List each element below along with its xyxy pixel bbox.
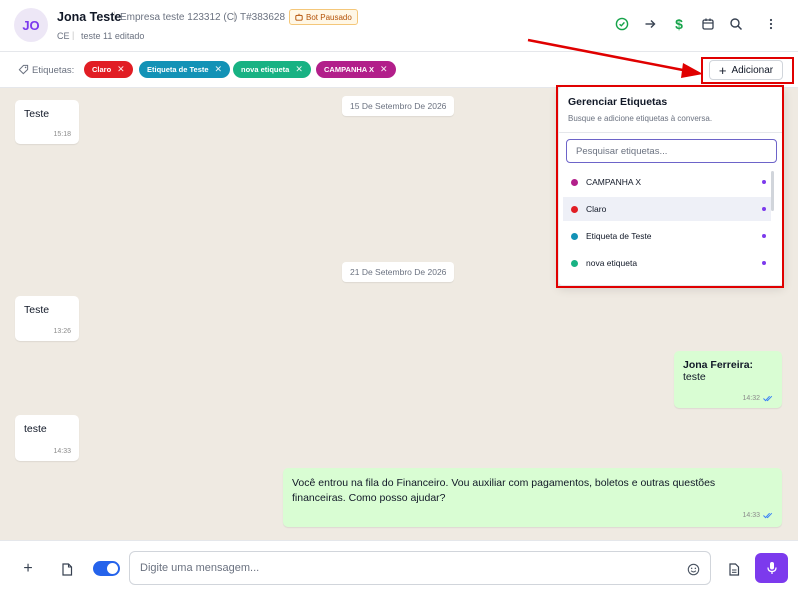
tag-icon: [18, 64, 29, 75]
remove-tag-icon[interactable]: ✕: [117, 64, 125, 75]
plus-icon[interactable]: +: [21, 560, 35, 577]
highlight-box-add-button: [701, 57, 794, 84]
message-bubble-outgoing[interactable]: Você entrou na fila do Financeiro. Vou a…: [283, 468, 782, 527]
remove-tag-icon[interactable]: ✕: [215, 64, 223, 75]
document-icon[interactable]: [727, 562, 741, 576]
avatar[interactable]: JO: [14, 8, 48, 42]
mic-button[interactable]: [755, 553, 788, 583]
tags-label: Etiquetas:: [32, 65, 75, 76]
tag-chip-nova-etiqueta[interactable]: nova etiqueta ✕: [233, 61, 311, 78]
message-composer: +: [0, 540, 798, 594]
message-text: teste: [683, 371, 706, 383]
message-meta: 14:33: [742, 511, 774, 521]
tag-chip-etiqueta-de-teste[interactable]: Etiqueta de Teste ✕: [139, 61, 231, 78]
remove-tag-icon[interactable]: ✕: [295, 64, 303, 75]
ticket-number: T#383628: [240, 12, 286, 23]
emoji-icon[interactable]: [686, 562, 700, 576]
tag-chip-campanha-x[interactable]: CAMPANHA X ✕: [316, 61, 396, 78]
contact-name: Jona Teste: [57, 10, 122, 24]
search-icon[interactable]: [728, 16, 744, 32]
more-vertical-icon[interactable]: [763, 16, 779, 32]
message-bubble-incoming[interactable]: Teste 15:18: [15, 100, 79, 144]
message-text: Você entrou na fila do Financeiro. Vou a…: [292, 477, 716, 505]
file-icon[interactable]: [60, 562, 74, 576]
check-circle-icon[interactable]: [614, 16, 630, 32]
microphone-icon: [766, 562, 777, 574]
bot-status-badge: Bot Pausado: [289, 9, 358, 25]
double-check-icon: [763, 513, 773, 519]
message-text: teste: [24, 423, 47, 435]
tag-chip-claro[interactable]: Claro ✕: [84, 61, 133, 78]
message-bubble-outgoing[interactable]: Jona Ferreira: teste 14:32: [674, 351, 782, 408]
separator: |: [72, 30, 75, 40]
separator: |: [113, 11, 116, 22]
message-time: 13:26: [53, 328, 71, 335]
contact-state: CE: [57, 31, 70, 41]
annotation-arrow: [527, 38, 703, 78]
message-input[interactable]: [129, 551, 711, 585]
message-text: Teste: [24, 108, 50, 120]
highlight-box-tag-manager: [556, 85, 784, 288]
tag-chip-label: Etiqueta de Teste: [147, 65, 209, 74]
message-text: Teste: [24, 304, 50, 316]
double-check-icon: [763, 395, 773, 402]
message-time: 14:33: [742, 511, 760, 519]
remove-tag-icon[interactable]: ✕: [380, 64, 388, 75]
tag-chip-label: nova etiqueta: [241, 65, 290, 74]
contact-subtitle: teste 11 editado: [81, 31, 145, 41]
dollar-icon[interactable]: $: [671, 16, 687, 32]
message-meta: 14:32: [742, 395, 774, 402]
separator: |: [233, 11, 236, 22]
signature-toggle[interactable]: [93, 561, 120, 576]
arrow-right-icon[interactable]: [642, 16, 658, 32]
date-separator: 21 De Setembro De 2026: [342, 262, 455, 282]
tag-chip-label: CAMPANHA X: [324, 65, 374, 74]
calendar-icon[interactable]: [700, 16, 716, 32]
message-time: 14:32: [742, 395, 760, 402]
date-separator: 15 De Setembro De 2026: [342, 96, 455, 116]
bot-icon: [295, 13, 303, 21]
message-author: Jona Ferreira:: [683, 359, 754, 371]
message-bubble-incoming[interactable]: Teste 13:26: [15, 296, 79, 341]
tag-chip-label: Claro: [92, 65, 112, 74]
message-time: 15:18: [53, 131, 71, 138]
message-time: 14:33: [53, 448, 71, 455]
bot-status-label: Bot Pausado: [306, 12, 352, 22]
company-name: Empresa teste 123312 (C): [120, 12, 238, 23]
message-bubble-incoming[interactable]: teste 14:33: [15, 415, 79, 461]
